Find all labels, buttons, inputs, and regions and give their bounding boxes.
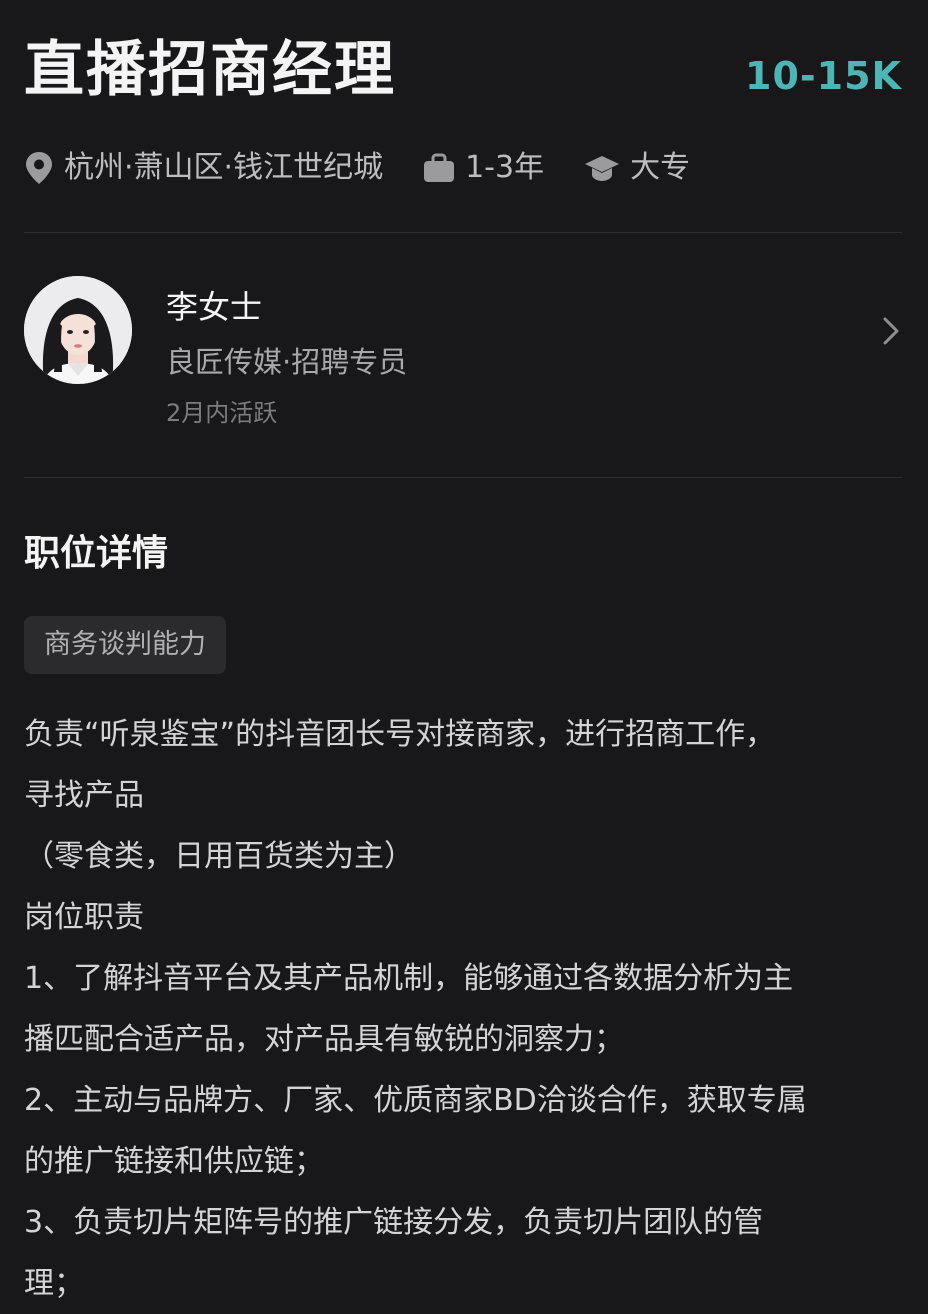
job-description: 负责“听泉鉴宝”的抖音团长号对接商家，进行招商工作， 寻找产品 （零食类，日用百… (24, 704, 902, 1314)
description-line: 负责“听泉鉴宝”的抖音团长号对接商家，进行招商工作， (24, 717, 776, 752)
job-title: 直播招商经理 (24, 35, 396, 105)
recruiter-active-status: 2月内活跃 (166, 399, 278, 427)
location-pin-icon (26, 152, 52, 184)
skill-tag: 商务谈判能力 (24, 616, 226, 674)
recruiter-card[interactable]: 李女士 良匠传媒·招聘专员 2月内活跃 (24, 276, 902, 436)
description-line: 播匹配合适产品，对产品具有敏锐的洞察力； (24, 1022, 624, 1057)
avatar-portrait (24, 276, 132, 384)
location-text: 杭州·萧山区·钱江世纪城 (64, 150, 384, 185)
experience-info: 1-3年 (423, 148, 544, 188)
section-title-job-details: 职位详情 (24, 533, 169, 574)
description-line: 的推广链接和供应链； (24, 1144, 324, 1179)
job-header: 直播招商经理 10-15K 杭州·萧山区·钱江世纪城 1-3年 大专 (24, 0, 902, 185)
description-line: 理； (24, 1266, 84, 1301)
job-detail-page: 直播招商经理 10-15K 杭州·萧山区·钱江世纪城 1-3年 大专 李女士 良… (24, 0, 902, 1301)
divider (24, 477, 902, 478)
description-line: 2、主动与品牌方、厂家、优质商家BD洽谈合作，获取专属 (24, 1083, 807, 1118)
description-line: 寻找产品 (24, 778, 144, 813)
job-meta-row: 杭州·萧山区·钱江世纪城 1-3年 大专 (24, 146, 730, 190)
salary-range: 10-15K (745, 54, 902, 98)
education-text: 大专 (630, 150, 691, 185)
description-line: （零食类，日用百货类为主） (24, 839, 414, 874)
divider (24, 232, 902, 233)
graduation-cap-icon (585, 156, 620, 181)
description-line: 1、了解抖音平台及其产品机制，能够通过各数据分析为主 (24, 961, 794, 996)
avatar[interactable] (24, 276, 132, 384)
recruiter-name: 李女士 (166, 288, 263, 326)
chevron-right-icon[interactable] (880, 316, 902, 346)
recruiter-company-role: 良匠传媒·招聘专员 (166, 345, 408, 379)
description-line: 岗位职责 (24, 900, 144, 935)
description-line: 3、负责切片矩阵号的推广链接分发，负责切片团队的管 (24, 1205, 764, 1240)
briefcase-icon (424, 153, 455, 182)
location-info: 杭州·萧山区·钱江世纪城 (24, 148, 383, 188)
education-info: 大专 (584, 148, 690, 188)
experience-text: 1-3年 (465, 150, 545, 185)
